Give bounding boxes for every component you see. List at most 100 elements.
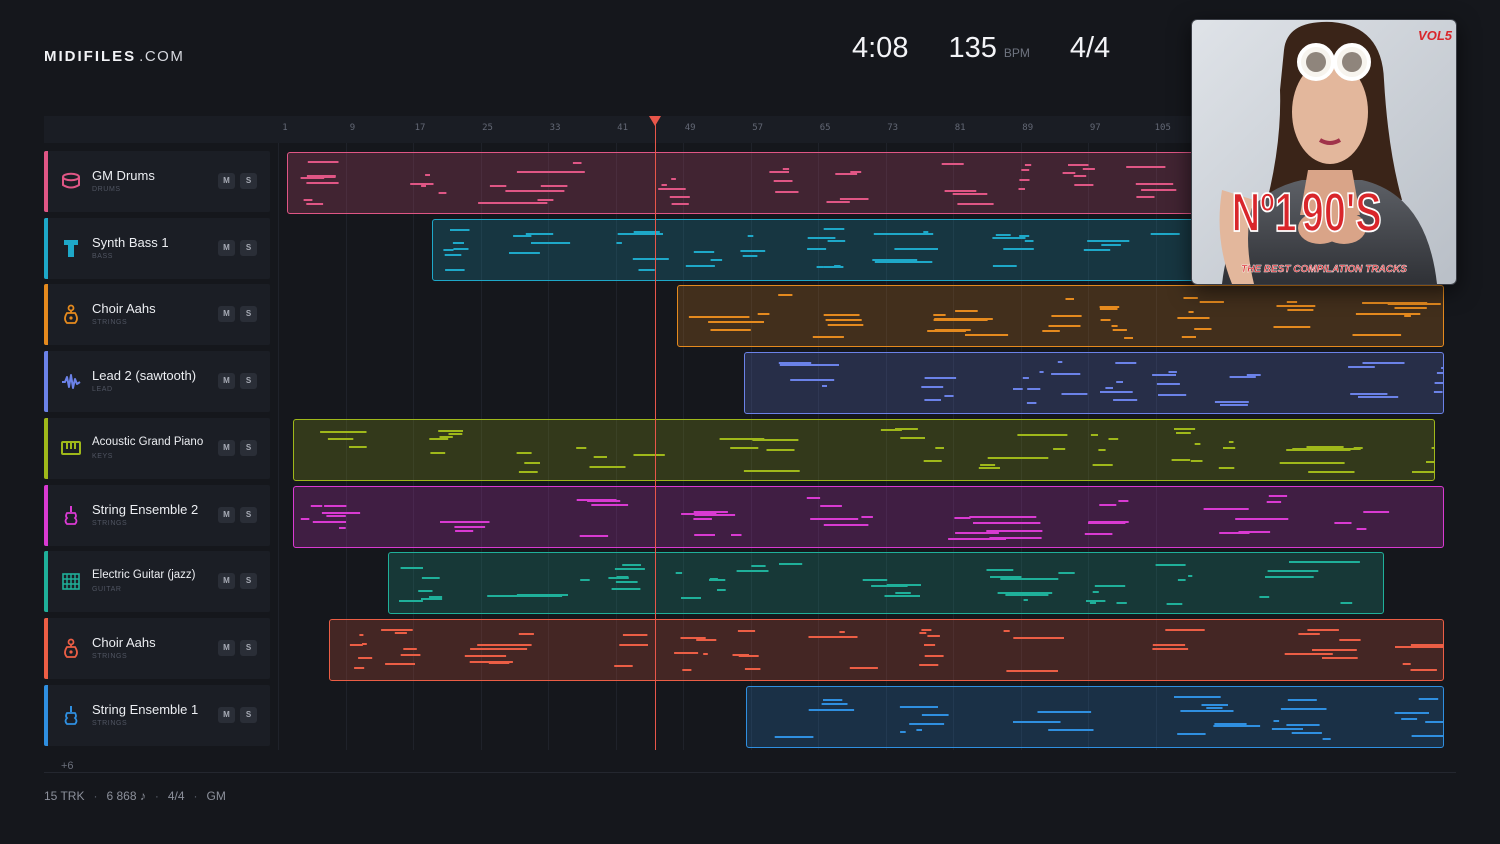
midi-note	[744, 469, 800, 472]
midi-note	[1434, 391, 1443, 394]
midi-note	[689, 316, 750, 319]
solo-button[interactable]: S	[240, 706, 257, 723]
midi-note	[429, 451, 445, 454]
track-header[interactable]: String Ensemble 2 STRINGS M S	[44, 484, 270, 546]
midi-note	[1062, 172, 1075, 174]
midi-note	[614, 664, 633, 667]
midi-note	[934, 446, 944, 449]
midi-note	[1051, 315, 1083, 318]
midi-note	[389, 662, 410, 665]
playhead-line[interactable]	[655, 116, 656, 750]
solo-button[interactable]: S	[240, 439, 257, 456]
midi-note	[489, 185, 506, 187]
midi-note	[1404, 315, 1412, 318]
track-category: LEAD	[92, 386, 113, 394]
midi-note	[899, 730, 906, 733]
track-header[interactable]: Acoustic Grand Piano KEYS M S	[44, 417, 270, 479]
mute-button[interactable]: M	[218, 639, 235, 656]
midi-note	[927, 634, 940, 637]
track-header[interactable]: Synth Bass 1 BASS M S	[44, 217, 270, 279]
midi-note	[824, 314, 860, 317]
midi-note	[923, 459, 942, 462]
midi-note	[807, 236, 836, 239]
mute-button[interactable]: M	[218, 506, 235, 523]
midi-note	[1048, 728, 1094, 731]
midi-note	[1222, 446, 1235, 449]
midi-clip[interactable]	[431, 218, 1224, 281]
mute-button[interactable]: M	[218, 573, 235, 590]
midi-note	[773, 180, 793, 182]
midi-note	[1350, 393, 1388, 396]
midi-note	[969, 515, 1037, 518]
ruler-tick-label: 1	[282, 123, 288, 133]
mute-button[interactable]: M	[218, 439, 235, 456]
midi-note	[661, 184, 667, 186]
midi-note	[921, 386, 944, 389]
midi-note	[1298, 632, 1320, 635]
solo-button[interactable]: S	[240, 506, 257, 523]
note-pattern	[443, 227, 1223, 271]
midi-note	[1246, 374, 1261, 377]
midi-note	[952, 193, 987, 195]
more-tracks-indicator[interactable]: +6	[61, 760, 74, 772]
midi-clip[interactable]	[387, 552, 1385, 615]
midi-note	[1267, 570, 1319, 573]
midi-note	[464, 654, 506, 657]
midi-note	[1073, 175, 1086, 177]
midi-note	[693, 250, 715, 253]
midi-note	[1286, 305, 1298, 308]
midi-note	[1182, 336, 1197, 339]
track-header[interactable]: GM Drums DRUMS M S	[44, 151, 270, 212]
midi-note	[1173, 695, 1221, 698]
midi-note	[807, 496, 821, 499]
midi-note	[782, 168, 789, 170]
solo-button[interactable]: S	[240, 573, 257, 590]
mute-button[interactable]: M	[218, 373, 235, 390]
midi-note	[420, 598, 443, 601]
midi-note	[680, 636, 706, 639]
midi-note	[1113, 329, 1128, 332]
midi-note	[1307, 628, 1339, 631]
midi-note	[673, 651, 698, 654]
track-category: BASS	[92, 252, 114, 260]
solo-button[interactable]: S	[240, 373, 257, 390]
midi-note	[813, 336, 845, 339]
midi-note	[505, 190, 565, 192]
midi-clip[interactable]	[293, 485, 1444, 548]
midi-note	[1152, 647, 1188, 650]
midi-note	[899, 705, 938, 708]
track-category: STRINGS	[92, 519, 128, 527]
track-header[interactable]: Lead 2 (sawtooth) LEAD M S	[44, 351, 270, 413]
track-header[interactable]: Electric Guitar (jazz) GUITAR M S	[44, 551, 270, 613]
midi-note	[779, 364, 840, 367]
midi-clip[interactable]	[745, 685, 1444, 748]
midi-clip[interactable]	[677, 285, 1444, 348]
track-header[interactable]: String Ensemble 1 STRINGS M S	[44, 684, 270, 746]
midi-note	[1394, 645, 1443, 648]
footer-summary: 15 TRK · 6 868 ♪ · 4/4 · GM	[44, 789, 226, 803]
midi-note	[826, 201, 850, 203]
midi-note	[1087, 239, 1130, 242]
midi-note	[1003, 629, 1010, 632]
mute-button[interactable]: M	[218, 239, 235, 256]
midi-note	[1394, 711, 1429, 714]
solo-button[interactable]: S	[240, 306, 257, 323]
midi-clip[interactable]	[744, 352, 1444, 415]
solo-button[interactable]: S	[240, 239, 257, 256]
solo-button[interactable]: S	[240, 173, 257, 189]
midi-note	[516, 594, 568, 597]
mute-button[interactable]: M	[218, 306, 235, 323]
midi-note	[303, 199, 313, 201]
mute-button[interactable]: M	[218, 706, 235, 723]
track-header[interactable]: Choir Aahs STRINGS M S	[44, 617, 270, 679]
midi-clip[interactable]	[286, 152, 1224, 214]
midi-note	[572, 162, 582, 164]
track-header[interactable]: Choir Aahs STRINGS M S	[44, 284, 270, 346]
playhead-marker[interactable]	[649, 116, 661, 126]
midi-note	[1152, 374, 1177, 377]
midi-clip[interactable]	[328, 618, 1444, 681]
midi-clip[interactable]	[292, 418, 1435, 481]
mute-button[interactable]: M	[218, 173, 235, 189]
solo-button[interactable]: S	[240, 639, 257, 656]
ruler-tick-label: 81	[954, 123, 966, 133]
